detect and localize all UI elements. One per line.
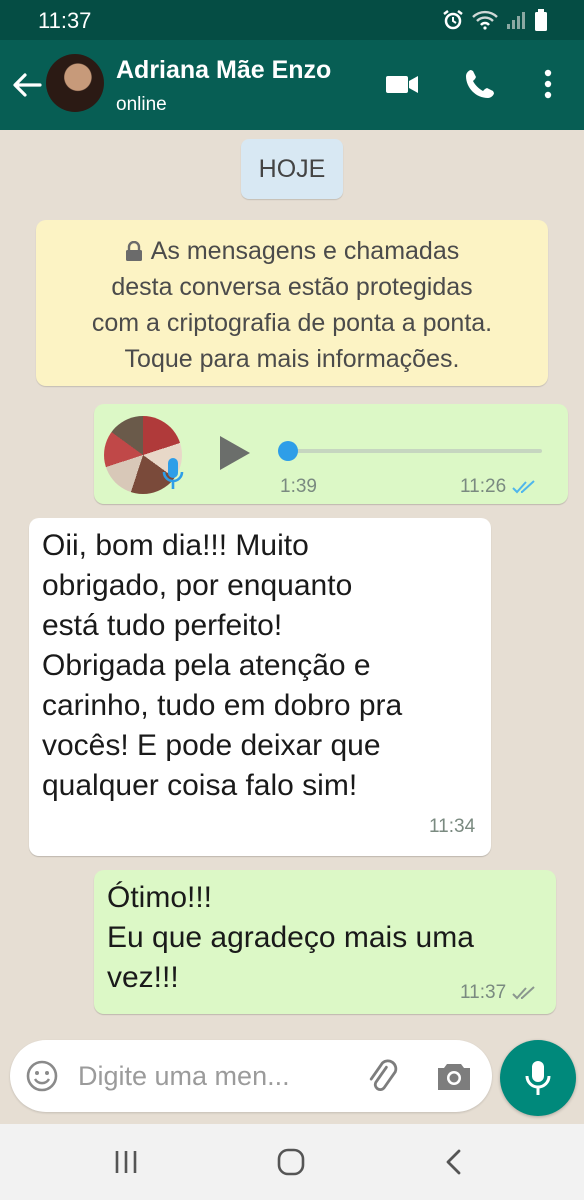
chat-area[interactable]: HOJE As mensagens e chamadas desta conve…: [0, 130, 584, 1040]
message-text: Ótimo!!! Eu que agradeço mais uma vez!!!: [107, 881, 474, 994]
voice-record-button[interactable]: [500, 1040, 576, 1116]
voice-duration: 1:39: [280, 476, 317, 497]
recent-apps-icon[interactable]: [112, 1148, 140, 1176]
mic-badge-icon: [162, 458, 184, 489]
delivered-ticks-icon: [512, 986, 535, 1000]
voice-message[interactable]: 1:39 11:26: [94, 404, 568, 504]
emoji-icon[interactable]: [26, 1060, 58, 1092]
message-input[interactable]: [78, 1054, 338, 1098]
alarm-icon: [443, 10, 463, 30]
voice-progress-handle[interactable]: [278, 441, 298, 461]
notice-line-3: com a criptografia de ponta a ponta.: [91, 309, 493, 337]
notice-line-1: As mensagens e chamadas: [36, 233, 548, 269]
mic-icon: [525, 1061, 551, 1095]
read-ticks-icon: [512, 480, 535, 494]
message-time: 11:37: [460, 982, 507, 1003]
voice-progress-track[interactable]: [286, 449, 542, 453]
camera-icon[interactable]: [436, 1060, 472, 1092]
chat-header: Adriana Mãe Enzo online: [0, 40, 584, 130]
contact-avatar[interactable]: [46, 54, 104, 112]
notice-text-1: As mensagens e chamadas: [150, 237, 460, 265]
message-time: 11:26: [460, 476, 507, 497]
message-composer: [10, 1040, 492, 1112]
play-icon[interactable]: [218, 434, 252, 472]
message-time: 11:34: [429, 816, 476, 837]
voice-call-icon[interactable]: [462, 66, 498, 102]
outgoing-message[interactable]: Ótimo!!! Eu que agradeço mais uma vez!!!…: [94, 870, 556, 1014]
more-options-icon[interactable]: [530, 66, 566, 102]
attach-icon[interactable]: [364, 1058, 402, 1096]
battery-icon: [535, 9, 547, 31]
status-time: 11:37: [38, 8, 92, 33]
message-meta: 11:26: [460, 476, 536, 498]
date-chip: HOJE: [241, 139, 343, 199]
incoming-message[interactable]: Oii, bom dia!!! Muito obrigado, por enqu…: [29, 518, 491, 856]
encryption-notice[interactable]: As mensagens e chamadas desta conversa e…: [36, 220, 548, 386]
status-bar: 11:37: [0, 0, 584, 40]
notice-line-4: Toque para mais informações.: [124, 345, 460, 373]
back-arrow-icon[interactable]: [10, 68, 44, 102]
nav-back-icon[interactable]: [442, 1148, 466, 1176]
home-icon[interactable]: [276, 1148, 306, 1176]
notice-line-2: desta conversa estão protegidas: [111, 273, 473, 301]
wifi-icon: [472, 10, 498, 30]
system-nav-bar: [0, 1124, 584, 1200]
message-meta: 11:37: [460, 982, 536, 1004]
contact-name[interactable]: Adriana Mãe Enzo: [116, 56, 331, 85]
video-call-icon[interactable]: [384, 66, 420, 102]
signal-icon: [507, 12, 525, 29]
message-meta: 11:34: [429, 816, 475, 838]
message-text: Oii, bom dia!!! Muito obrigado, por enqu…: [42, 529, 403, 802]
contact-status: online: [116, 94, 167, 115]
lock-icon: [125, 241, 142, 261]
status-icons: [442, 9, 548, 31]
